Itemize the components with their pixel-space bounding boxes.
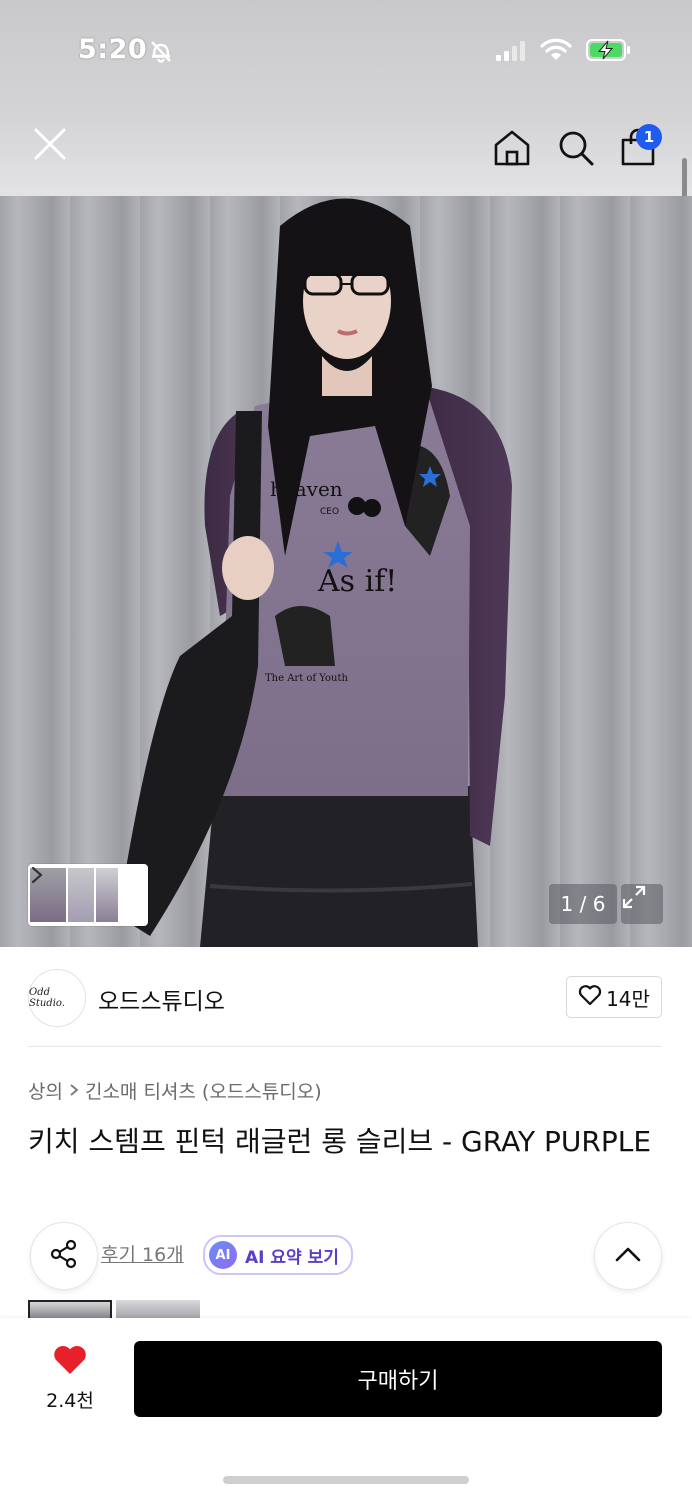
brand-logo[interactable]: Odd Studio.	[28, 969, 86, 1027]
brand-like-button[interactable]: 14만	[566, 976, 662, 1018]
gallery-page-counter: 1 / 6	[549, 884, 617, 924]
home-button[interactable]	[488, 126, 536, 174]
signal-icon	[495, 40, 529, 66]
heart-filled-icon	[52, 1344, 88, 1380]
close-icon	[30, 124, 70, 168]
gallery-thumbnail-strip[interactable]	[28, 864, 148, 926]
home-indicator[interactable]	[223, 1476, 469, 1484]
product-title: 키치 스템프 핀턱 래글런 롱 슬리브 - GRAY PURPLE	[28, 1125, 652, 1158]
svg-text:The Art of Youth: The Art of Youth	[265, 673, 349, 684]
buy-button[interactable]: 구매하기	[134, 1341, 662, 1417]
color-option-thumbnail[interactable]	[116, 1300, 200, 1320]
search-button[interactable]	[552, 126, 600, 174]
expand-button[interactable]	[621, 884, 663, 924]
gallery-thumbnail	[68, 868, 94, 922]
brand-like-count: 14만	[606, 986, 650, 1011]
breadcrumb: 상의 긴소매 티셔츠 (오드스튜디오)	[28, 1077, 322, 1104]
search-icon	[556, 128, 596, 172]
brand-logo-text: Odd Studio.	[29, 987, 65, 1009]
wifi-icon	[540, 38, 572, 66]
collapse-button[interactable]	[594, 1222, 662, 1290]
breadcrumb-item-level2[interactable]: 긴소매 티셔츠 (오드스튜디오)	[85, 1077, 322, 1104]
top-area: 5:20 1	[0, 0, 692, 228]
svg-text:CEO: CEO	[320, 507, 339, 517]
brand-name[interactable]: 오드스튜디오	[98, 982, 225, 1016]
divider	[28, 1046, 662, 1047]
heart-outline-icon	[578, 984, 602, 1011]
wishlist-button[interactable]: 2.4천	[34, 1344, 106, 1416]
share-icon	[48, 1238, 80, 1274]
chevron-up-icon	[614, 1245, 642, 1267]
wishlist-count: 2.4천	[46, 1390, 94, 1412]
product-photo: As if! heaven CEO The Art of Youth	[118, 198, 512, 947]
cart-count-badge: 1	[636, 124, 662, 150]
gallery-thumbnail	[96, 868, 118, 922]
home-icon	[492, 128, 532, 172]
chevron-right-icon	[69, 1080, 79, 1102]
bell-off-icon	[148, 38, 174, 68]
ai-summary-label: AI 요약 보기	[245, 1247, 339, 1268]
battery-charging-icon	[586, 38, 632, 66]
status-time: 5:20	[78, 34, 148, 65]
breadcrumb-item-level1[interactable]: 상의	[28, 1077, 63, 1104]
ai-summary-button[interactable]: AI AI 요약 보기	[203, 1235, 353, 1275]
ai-badge: AI	[209, 1241, 237, 1269]
product-image-gallery[interactable]: As if! heaven CEO The Art of Youth 1 / 6	[0, 196, 692, 947]
close-button[interactable]	[26, 122, 74, 170]
share-button[interactable]	[30, 1222, 98, 1290]
color-option-thumbnail[interactable]	[28, 1300, 112, 1320]
review-link[interactable]: 후기 16개	[101, 1240, 184, 1267]
svg-text:As if!: As if!	[317, 564, 397, 599]
cart-button[interactable]: 1	[614, 124, 662, 174]
